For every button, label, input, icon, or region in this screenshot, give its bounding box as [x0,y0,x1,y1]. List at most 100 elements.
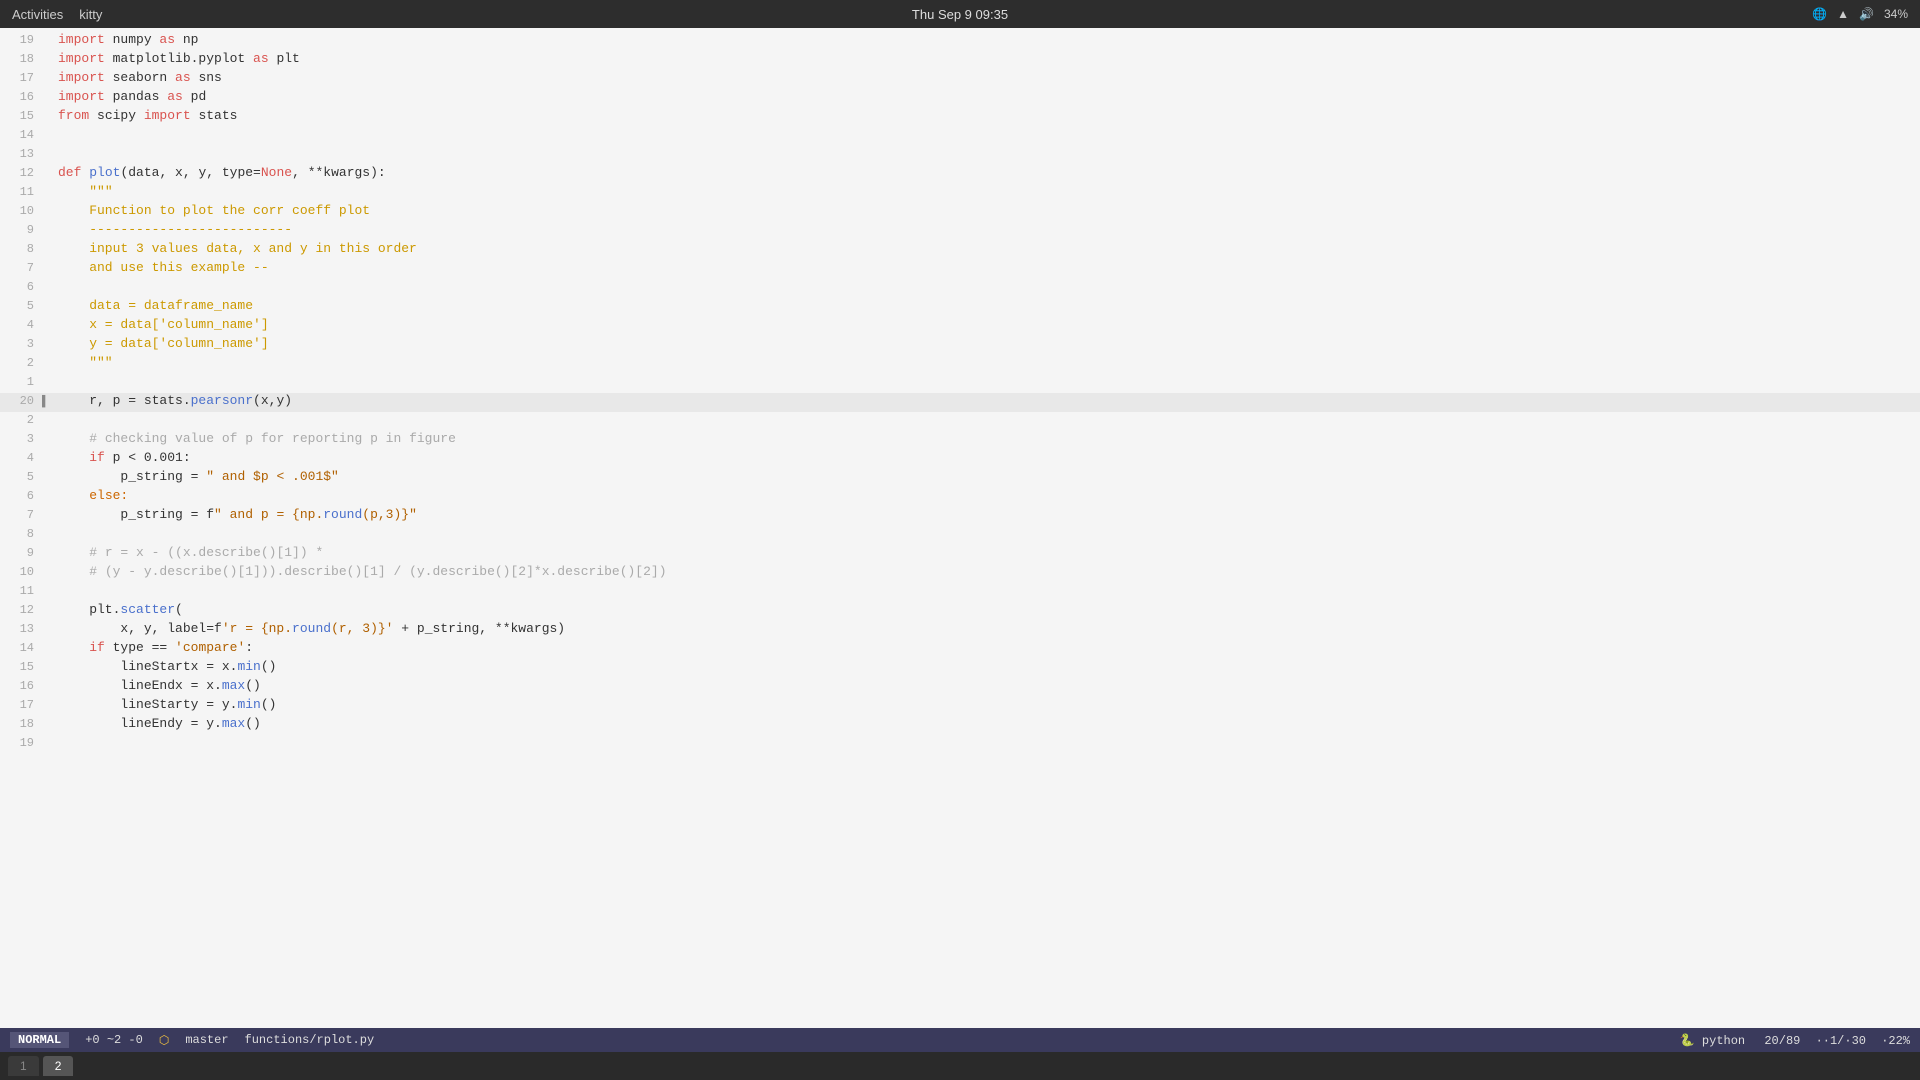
status-right: 🐍 python 20/89 ··1/·30 ·22% [1680,1033,1910,1048]
line-number: 13 [4,622,42,636]
line-content [56,526,1920,541]
network-icon: 🌐 [1812,7,1827,21]
line-number: 10 [4,565,42,579]
code-line: 11 [0,583,1920,602]
code-line: 16 lineEndx = x.max() [0,678,1920,697]
line-number: 3 [4,432,42,446]
line-number: 3 [4,337,42,351]
line-content: if p < 0.001: [56,450,1920,465]
lang-name: python [1702,1034,1745,1048]
activities-label[interactable]: Activities [12,7,63,22]
code-line: 9 -------------------------- [0,222,1920,241]
line-content: y = data['column_name'] [56,336,1920,351]
line-content: else: [56,488,1920,503]
line-content: plt.scatter( [56,602,1920,617]
code-line: 10 # (y - y.describe()[1])).describe()[1… [0,564,1920,583]
line-content [56,146,1920,161]
line-content [56,412,1920,427]
line-content [56,583,1920,598]
line-number: 4 [4,451,42,465]
line-number: 11 [4,584,42,598]
line-number: 15 [4,109,42,123]
line-content: import matplotlib.pyplot as plt [56,51,1920,66]
code-line: 19 [0,735,1920,754]
line-content: """ [56,184,1920,199]
line-content: Function to plot the corr coeff plot [56,203,1920,218]
wifi-icon: ▲ [1837,7,1849,21]
line-number: 7 [4,508,42,522]
code-line: 2 """ [0,355,1920,374]
code-line: 13 x, y, label=f'r = {np.round(r, 3)}' +… [0,621,1920,640]
line-content: lineStarty = y.min() [56,697,1920,712]
line-number: 9 [4,546,42,560]
code-line: 18 lineEndy = y.max() [0,716,1920,735]
line-content: lineEndx = x.max() [56,678,1920,693]
status-bar: NORMAL +0 ~2 -0 ⬡ master functions/rplot… [0,1028,1920,1052]
line-number: 12 [4,603,42,617]
line-content: -------------------------- [56,222,1920,237]
code-line: 4 x = data['column_name'] [0,317,1920,336]
code-line: 15from scipy import stats [0,108,1920,127]
tab-2[interactable]: 2 [43,1056,74,1076]
line-content: input 3 values data, x and y in this ord… [56,241,1920,256]
line-number: 19 [4,736,42,750]
datetime-label: Thu Sep 9 09:35 [912,7,1008,22]
top-bar: Activities kitty Thu Sep 9 09:35 🌐 ▲ 🔊 3… [0,0,1920,28]
line-number: 18 [4,717,42,731]
code-line: 9 # r = x - ((x.describe()[1]) * [0,545,1920,564]
tab-bar: 12 [0,1052,1920,1080]
code-line: 16import pandas as pd [0,89,1920,108]
branch-icon: ⬡ [159,1033,169,1048]
scroll-pct: ·22% [1881,1034,1910,1048]
code-line: 17import seaborn as sns [0,70,1920,89]
line-content: lineStartx = x.min() [56,659,1920,674]
editor-area: 19import numpy as np18import matplotlib.… [0,28,1920,1028]
line-number: 6 [4,489,42,503]
line-content [56,279,1920,294]
git-status: +0 ~2 -0 [85,1033,143,1047]
line-content: p_string = " and $p < .001$" [56,469,1920,484]
line-number: 1 [4,375,42,389]
line-content: p_string = f" and p = {np.round(p,3)}" [56,507,1920,522]
line-content: # checking value of p for reporting p in… [56,431,1920,446]
volume-icon: 🔊 [1859,7,1874,21]
code-line: 13 [0,146,1920,165]
vim-mode: NORMAL [10,1032,69,1048]
code-line: 14 if type == 'compare': [0,640,1920,659]
code-line: 3 # checking value of p for reporting p … [0,431,1920,450]
line-number: 9 [4,223,42,237]
line-number: 6 [4,280,42,294]
line-content: import pandas as pd [56,89,1920,104]
code-area: 19import numpy as np18import matplotlib.… [0,28,1920,1028]
line-number: 8 [4,527,42,541]
top-bar-right: 🌐 ▲ 🔊 34% [1812,7,1908,21]
code-line: 7 and use this example -- [0,260,1920,279]
line-content [56,374,1920,389]
code-line: 12def plot(data, x, y, type=None, **kwar… [0,165,1920,184]
code-line: 11 """ [0,184,1920,203]
line-mark: ▌ [42,396,56,408]
line-number: 5 [4,470,42,484]
terminal-label[interactable]: kitty [79,7,102,22]
line-number: 17 [4,698,42,712]
code-line: 14 [0,127,1920,146]
line-content: x = data['column_name'] [56,317,1920,332]
line-number: 4 [4,318,42,332]
line-number: 2 [4,413,42,427]
tab-1[interactable]: 1 [8,1056,39,1076]
code-line: 10 Function to plot the corr coeff plot [0,203,1920,222]
line-content: def plot(data, x, y, type=None, **kwargs… [56,165,1920,180]
code-line: 6 [0,279,1920,298]
line-content: import seaborn as sns [56,70,1920,85]
code-line: 8 input 3 values data, x and y in this o… [0,241,1920,260]
line-number: 15 [4,660,42,674]
line-number: 20 [4,394,42,408]
code-line: 20▌ r, p = stats.pearsonr(x,y) [0,393,1920,412]
line-number: 19 [4,33,42,47]
code-line: 1 [0,374,1920,393]
line-content [56,127,1920,142]
line-number: 11 [4,185,42,199]
line-number: 10 [4,204,42,218]
line-number: 2 [4,356,42,370]
code-line: 12 plt.scatter( [0,602,1920,621]
